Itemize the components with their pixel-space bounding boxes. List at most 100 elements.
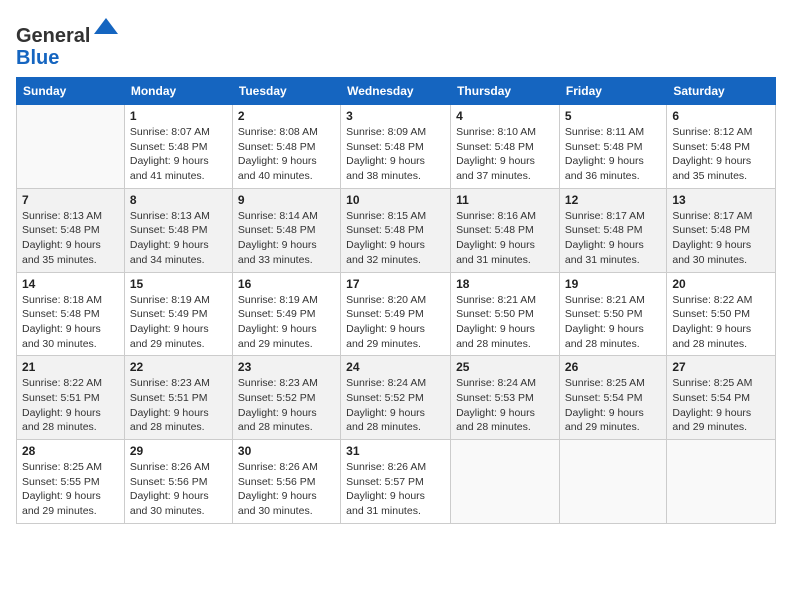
day-number: 22 xyxy=(130,360,227,374)
day-info: Sunrise: 8:13 AMSunset: 5:48 PMDaylight:… xyxy=(22,209,119,268)
calendar-day-5: 5 Sunrise: 8:11 AMSunset: 5:48 PMDaylight… xyxy=(559,105,666,189)
day-info: Sunrise: 8:25 AMSunset: 5:54 PMDaylight:… xyxy=(565,376,661,435)
day-number: 29 xyxy=(130,444,227,458)
calendar-day-30: 30 Sunrise: 8:26 AMSunset: 5:56 PMDayligh… xyxy=(232,440,340,524)
calendar-day-13: 13 Sunrise: 8:17 AMSunset: 5:48 PMDayligh… xyxy=(667,188,776,272)
day-info: Sunrise: 8:12 AMSunset: 5:48 PMDaylight:… xyxy=(672,125,770,184)
calendar-day-22: 22Sunrise: 8:23 AMSunset: 5:51 PMDayligh… xyxy=(124,356,232,440)
calendar-day-2: 2 Sunrise: 8:08 AMSunset: 5:48 PMDaylight… xyxy=(232,105,340,189)
calendar-day-12: 12Sunrise: 8:17 AMSunset: 5:48 PMDayligh… xyxy=(559,188,666,272)
day-number: 31 xyxy=(346,444,445,458)
day-header-saturday: Saturday xyxy=(667,78,776,105)
day-number: 5 xyxy=(565,109,661,123)
calendar-day-16: 16 Sunrise: 8:19 AMSunset: 5:49 PMDayligh… xyxy=(232,272,340,356)
calendar-day-empty xyxy=(451,440,560,524)
calendar-table: SundayMondayTuesdayWednesdayThursdayFrid… xyxy=(16,77,776,524)
day-number: 24 xyxy=(346,360,445,374)
calendar-day-24: 24 Sunrise: 8:24 AMSunset: 5:52 PMDayligh… xyxy=(341,356,451,440)
day-info: Sunrise: 8:07 AMSunset: 5:48 PMDaylight:… xyxy=(130,125,227,184)
calendar-day-empty xyxy=(559,440,666,524)
day-number: 28 xyxy=(22,444,119,458)
day-number: 11 xyxy=(456,193,554,207)
page: General Blue SundayMondayTuesdayWednesda… xyxy=(0,0,792,612)
calendar-week-row: 28Sunrise: 8:25 AMSunset: 5:55 PMDayligh… xyxy=(17,440,776,524)
calendar-day-4: 4 Sunrise: 8:10 AMSunset: 5:48 PMDaylight… xyxy=(451,105,560,189)
calendar-day-26: 26Sunrise: 8:25 AMSunset: 5:54 PMDayligh… xyxy=(559,356,666,440)
day-info: Sunrise: 8:16 AMSunset: 5:48 PMDaylight:… xyxy=(456,209,554,268)
calendar-day-15: 15Sunrise: 8:19 AMSunset: 5:49 PMDayligh… xyxy=(124,272,232,356)
calendar-week-row: 7 Sunrise: 8:13 AMSunset: 5:48 PMDaylight… xyxy=(17,188,776,272)
calendar-body: 1Sunrise: 8:07 AMSunset: 5:48 PMDaylight… xyxy=(17,105,776,524)
day-number: 21 xyxy=(22,360,119,374)
calendar-day-20: 20 Sunrise: 8:22 AMSunset: 5:50 PMDayligh… xyxy=(667,272,776,356)
day-number: 4 xyxy=(456,109,554,123)
day-info: Sunrise: 8:13 AMSunset: 5:48 PMDaylight:… xyxy=(130,209,227,268)
day-number: 15 xyxy=(130,277,227,291)
day-number: 9 xyxy=(238,193,335,207)
day-info: Sunrise: 8:24 AMSunset: 5:52 PMDaylight:… xyxy=(346,376,445,435)
calendar-day-23: 23 Sunrise: 8:23 AMSunset: 5:52 PMDayligh… xyxy=(232,356,340,440)
calendar-week-row: 1Sunrise: 8:07 AMSunset: 5:48 PMDaylight… xyxy=(17,105,776,189)
day-number: 25 xyxy=(456,360,554,374)
logo-general-text: General xyxy=(16,25,90,47)
calendar-day-8: 8 Sunrise: 8:13 AMSunset: 5:48 PMDaylight… xyxy=(124,188,232,272)
calendar-day-27: 27Sunrise: 8:25 AMSunset: 5:54 PMDayligh… xyxy=(667,356,776,440)
day-number: 27 xyxy=(672,360,770,374)
calendar-day-10: 10 Sunrise: 8:15 AMSunset: 5:48 PMDayligh… xyxy=(341,188,451,272)
calendar-week-row: 21 Sunrise: 8:22 AMSunset: 5:51 PMDayligh… xyxy=(17,356,776,440)
calendar-day-6: 6 Sunrise: 8:12 AMSunset: 5:48 PMDaylight… xyxy=(667,105,776,189)
day-number: 16 xyxy=(238,277,335,291)
day-info: Sunrise: 8:09 AMSunset: 5:48 PMDaylight:… xyxy=(346,125,445,184)
calendar-day-25: 25 Sunrise: 8:24 AMSunset: 5:53 PMDayligh… xyxy=(451,356,560,440)
day-info: Sunrise: 8:19 AMSunset: 5:49 PMDaylight:… xyxy=(238,293,335,352)
logo-blue-text: Blue xyxy=(16,47,59,69)
day-info: Sunrise: 8:23 AMSunset: 5:52 PMDaylight:… xyxy=(238,376,335,435)
day-header-monday: Monday xyxy=(124,78,232,105)
day-number: 6 xyxy=(672,109,770,123)
day-info: Sunrise: 8:20 AMSunset: 5:49 PMDaylight:… xyxy=(346,293,445,352)
header: General Blue xyxy=(16,10,776,69)
day-number: 19 xyxy=(565,277,661,291)
calendar-day-1: 1Sunrise: 8:07 AMSunset: 5:48 PMDaylight… xyxy=(124,105,232,189)
day-header-wednesday: Wednesday xyxy=(341,78,451,105)
day-info: Sunrise: 8:24 AMSunset: 5:53 PMDaylight:… xyxy=(456,376,554,435)
day-info: Sunrise: 8:22 AMSunset: 5:50 PMDaylight:… xyxy=(672,293,770,352)
calendar-day-11: 11 Sunrise: 8:16 AMSunset: 5:48 PMDayligh… xyxy=(451,188,560,272)
day-number: 30 xyxy=(238,444,335,458)
day-info: Sunrise: 8:18 AMSunset: 5:48 PMDaylight:… xyxy=(22,293,119,352)
day-number: 8 xyxy=(130,193,227,207)
day-number: 13 xyxy=(672,193,770,207)
day-number: 7 xyxy=(22,193,119,207)
day-number: 20 xyxy=(672,277,770,291)
day-info: Sunrise: 8:22 AMSunset: 5:51 PMDaylight:… xyxy=(22,376,119,435)
day-header-sunday: Sunday xyxy=(17,78,125,105)
day-header-tuesday: Tuesday xyxy=(232,78,340,105)
day-info: Sunrise: 8:21 AMSunset: 5:50 PMDaylight:… xyxy=(456,293,554,352)
day-info: Sunrise: 8:11 AMSunset: 5:48 PMDaylight:… xyxy=(565,125,661,184)
calendar-day-14: 14 Sunrise: 8:18 AMSunset: 5:48 PMDayligh… xyxy=(17,272,125,356)
day-number: 18 xyxy=(456,277,554,291)
logo-icon xyxy=(92,14,120,42)
day-number: 23 xyxy=(238,360,335,374)
calendar-day-7: 7 Sunrise: 8:13 AMSunset: 5:48 PMDaylight… xyxy=(17,188,125,272)
calendar-week-row: 14 Sunrise: 8:18 AMSunset: 5:48 PMDayligh… xyxy=(17,272,776,356)
day-info: Sunrise: 8:26 AMSunset: 5:56 PMDaylight:… xyxy=(238,460,335,519)
day-number: 2 xyxy=(238,109,335,123)
day-info: Sunrise: 8:08 AMSunset: 5:48 PMDaylight:… xyxy=(238,125,335,184)
day-info: Sunrise: 8:17 AMSunset: 5:48 PMDaylight:… xyxy=(672,209,770,268)
day-header-thursday: Thursday xyxy=(451,78,560,105)
day-number: 3 xyxy=(346,109,445,123)
logo: General Blue xyxy=(16,14,120,69)
day-info: Sunrise: 8:10 AMSunset: 5:48 PMDaylight:… xyxy=(456,125,554,184)
calendar-day-21: 21 Sunrise: 8:22 AMSunset: 5:51 PMDayligh… xyxy=(17,356,125,440)
day-info: Sunrise: 8:17 AMSunset: 5:48 PMDaylight:… xyxy=(565,209,661,268)
day-info: Sunrise: 8:26 AMSunset: 5:57 PMDaylight:… xyxy=(346,460,445,519)
calendar-day-31: 31 Sunrise: 8:26 AMSunset: 5:57 PMDayligh… xyxy=(341,440,451,524)
calendar-day-empty xyxy=(17,105,125,189)
calendar-day-17: 17Sunrise: 8:20 AMSunset: 5:49 PMDayligh… xyxy=(341,272,451,356)
day-info: Sunrise: 8:15 AMSunset: 5:48 PMDaylight:… xyxy=(346,209,445,268)
calendar-day-19: 19 Sunrise: 8:21 AMSunset: 5:50 PMDayligh… xyxy=(559,272,666,356)
day-number: 10 xyxy=(346,193,445,207)
day-number: 14 xyxy=(22,277,119,291)
day-info: Sunrise: 8:21 AMSunset: 5:50 PMDaylight:… xyxy=(565,293,661,352)
